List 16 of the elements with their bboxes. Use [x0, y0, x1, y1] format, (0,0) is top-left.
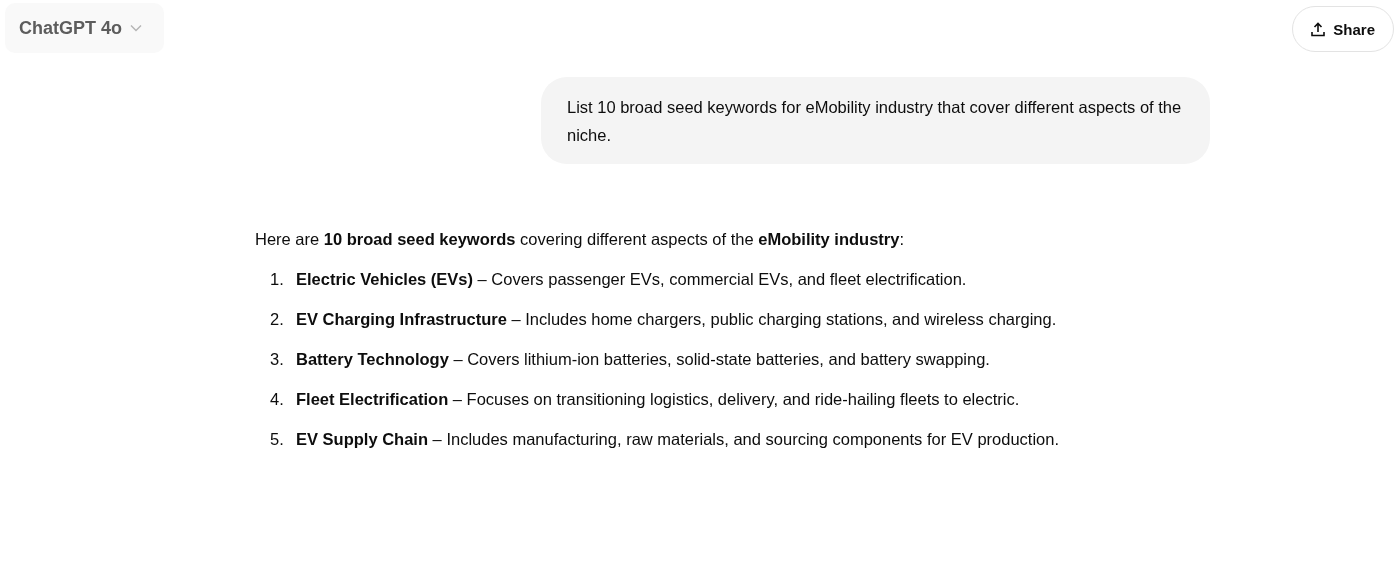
model-selector[interactable]: ChatGPT 4o — [5, 3, 164, 53]
list-item-text: EV Supply Chain – Includes manufacturing, raw materials, and sourcing components for EV production. — [296, 429, 1060, 450]
list-item-text: Fleet Electrification – Focuses on transitioning logistics, delivery, and ride-hailing fleets to electric. — [296, 389, 1020, 410]
list-item-text: EV Charging Infrastructure – Includes home chargers, public charging stations, and wireless charging. — [296, 309, 1057, 330]
list-number: 3. — [269, 349, 285, 370]
user-message: List 10 broad seed keywords for eMobility industry that cover different aspects of the niche. — [541, 77, 1210, 164]
share-icon — [1311, 21, 1326, 37]
intro-text: Here are 10 broad seed keywords covering different aspects of the eMobility industry: — [255, 229, 905, 250]
list-number: 1. — [269, 269, 285, 290]
list-item-text: Electric Vehicles (EVs) – Covers passenger EVs, commercial EVs, and fleet electrification. — [296, 269, 967, 290]
list-number: 4. — [269, 389, 285, 410]
share-button[interactable]: Share — [1292, 6, 1394, 52]
list-number: 2. — [269, 309, 285, 330]
list-number: 5. — [269, 429, 285, 450]
list-item-text: Battery Technology – Covers lithium-ion batteries, solid-state batteries, and battery swapping. — [296, 349, 990, 370]
chevron-down-icon — [130, 24, 142, 32]
